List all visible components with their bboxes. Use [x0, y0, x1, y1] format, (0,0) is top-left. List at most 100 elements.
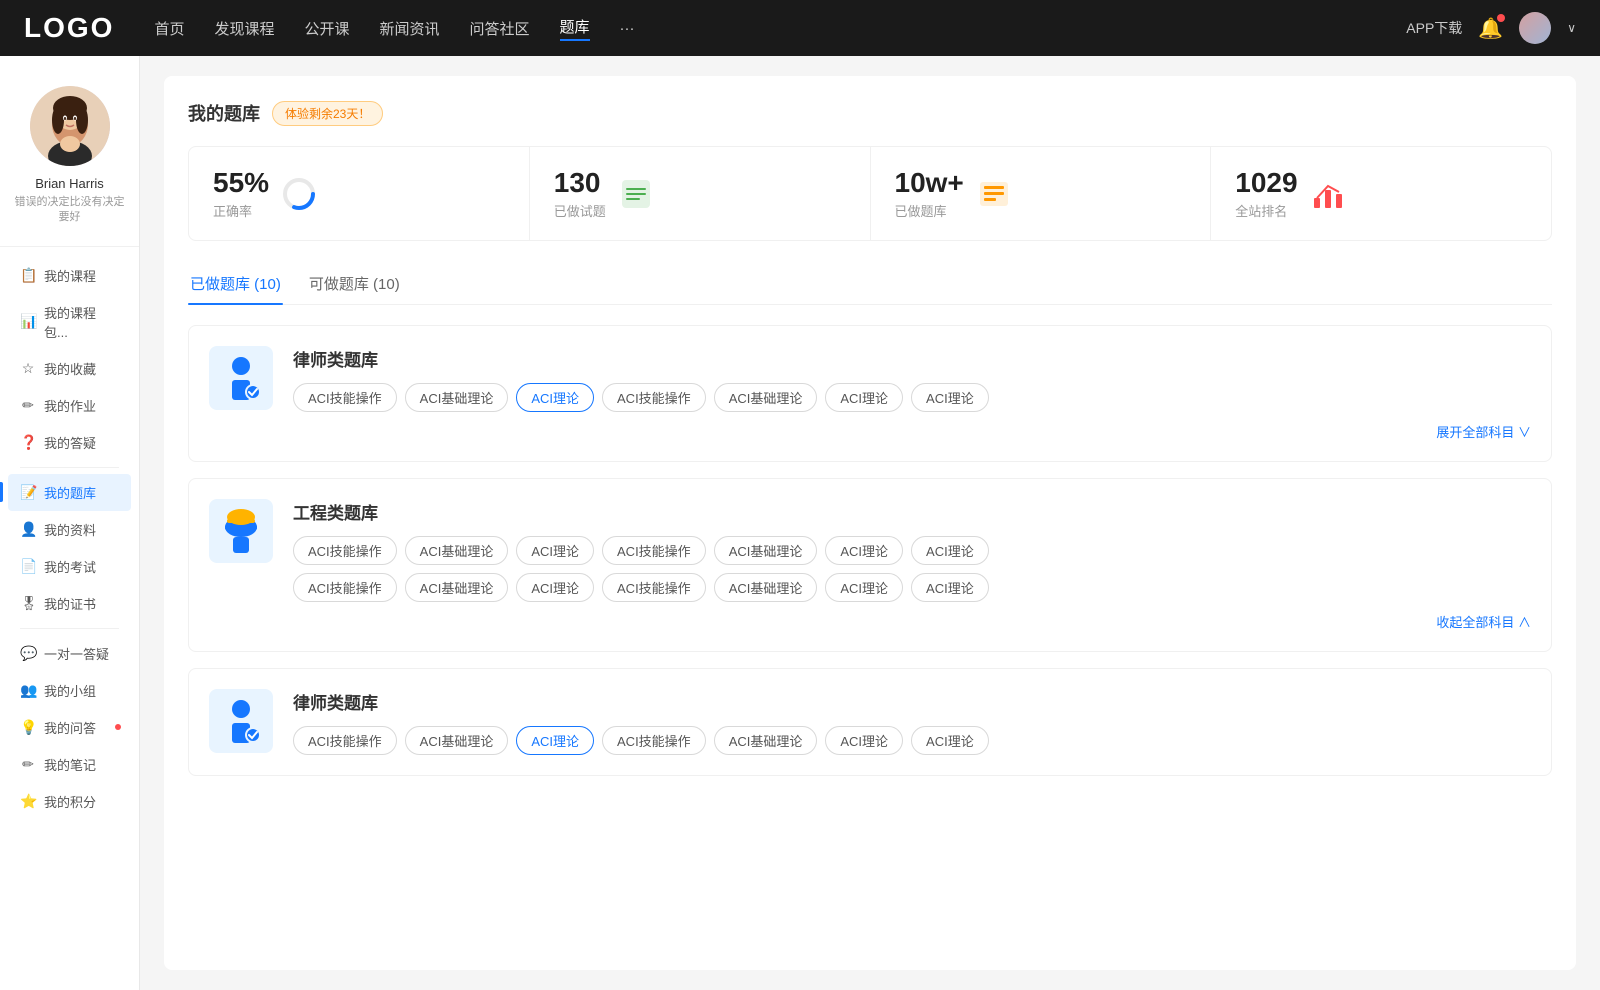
sidebar-item-label: 我的资料: [44, 520, 96, 539]
qbank-card-header-lawyer2: 律师类题库 ACI技能操作 ACI基础理论 ACI理论 ACI技能操作 ACI基…: [209, 689, 1531, 755]
sidebar-item-label: 我的小组: [44, 681, 96, 700]
sidebar-item-favorites[interactable]: ☆ 我的收藏: [8, 350, 131, 387]
sidebar-item-courses[interactable]: 📋 我的课程: [8, 257, 131, 294]
sidebar-profile: Brian Harris 错误的决定比没有决定要好: [0, 76, 139, 247]
user-avatar[interactable]: [1519, 12, 1551, 44]
1on1-icon: 💬: [20, 645, 36, 662]
sidebar-divider-1: [20, 467, 119, 468]
stat-accuracy-text: 55% 正确率: [213, 167, 269, 220]
sidebar-item-label: 我的收藏: [44, 359, 96, 378]
nav-qbank[interactable]: 题库: [560, 16, 590, 41]
done-banks-icon: [976, 176, 1012, 212]
tag-aci-theory3[interactable]: ACI理论: [911, 383, 989, 412]
tag-eng-aci-theory1[interactable]: ACI理论: [516, 536, 594, 565]
expand-lawyer1[interactable]: 展开全部科目 ∨: [1436, 422, 1531, 441]
tag-l2-aci-skill1[interactable]: ACI技能操作: [293, 726, 397, 755]
tag-eng-aci-basic2[interactable]: ACI基础理论: [714, 536, 818, 565]
tag-eng2-aci-skill2[interactable]: ACI技能操作: [602, 573, 706, 602]
stat-banks-text: 10w+ 已做题库: [895, 167, 964, 220]
qbank-title-eng: 工程类题库: [293, 499, 1531, 524]
app-download[interactable]: APP下载: [1406, 18, 1462, 38]
stat-done-text: 130 已做试题: [554, 167, 606, 220]
sidebar-item-label: 我的积分: [44, 792, 96, 811]
nav-opencourse[interactable]: 公开课: [304, 18, 349, 39]
stat-accuracy-label: 正确率: [213, 201, 269, 220]
tag-aci-theory[interactable]: ACI理论: [516, 383, 594, 412]
qbank-title-lawyer1: 律师类题库: [293, 346, 1531, 371]
trial-badge: 体验剩余23天！: [272, 101, 383, 126]
stat-ranking-text: 1029 全站排名: [1235, 167, 1297, 220]
qbank-info-lawyer1: 律师类题库 ACI技能操作 ACI基础理论 ACI理论 ACI技能操作 ACI基…: [293, 346, 1531, 412]
avatar-image: [1519, 12, 1551, 44]
tag-l2-aci-theory2[interactable]: ACI理论: [825, 726, 903, 755]
tag-l2-aci-theory3[interactable]: ACI理论: [911, 726, 989, 755]
tab-done[interactable]: 已做题库 (10): [188, 265, 283, 304]
tag-l2-aci-basic1[interactable]: ACI基础理论: [405, 726, 509, 755]
tag-eng-aci-skill1[interactable]: ACI技能操作: [293, 536, 397, 565]
tag-eng2-aci-theory1[interactable]: ACI理论: [516, 573, 594, 602]
tag-eng2-aci-theory2[interactable]: ACI理论: [825, 573, 903, 602]
tag-eng2-aci-basic1[interactable]: ACI基础理论: [405, 573, 509, 602]
tab-available[interactable]: 可做题库 (10): [307, 265, 402, 304]
tag-aci-skill-op2[interactable]: ACI技能操作: [602, 383, 706, 412]
qbank-card-header-eng: 工程类题库 ACI技能操作 ACI基础理论 ACI理论 ACI技能操作 ACI基…: [209, 499, 1531, 602]
avatar-svg: [30, 86, 110, 166]
sidebar-item-1on1[interactable]: 💬 一对一答疑: [8, 635, 131, 672]
stat-done-banks: 10w+ 已做题库: [871, 147, 1212, 240]
tag-eng2-aci-theory3[interactable]: ACI理论: [911, 573, 989, 602]
nav-more[interactable]: ···: [620, 20, 635, 37]
sidebar-item-label: 我的证书: [44, 594, 96, 613]
sidebar-item-label: 我的作业: [44, 396, 96, 415]
logo: LOGO: [24, 12, 114, 44]
sidebar-item-profile[interactable]: 👤 我的资料: [8, 511, 131, 548]
sidebar-item-group[interactable]: 👥 我的小组: [8, 672, 131, 709]
tag-l2-aci-basic2[interactable]: ACI基础理论: [714, 726, 818, 755]
course-packages-icon: 📊: [20, 313, 36, 330]
nav-news[interactable]: 新闻资讯: [380, 18, 440, 39]
sidebar-menu: 📋 我的课程 📊 我的课程包... ☆ 我的收藏 ✏ 我的作业 ❓ 我的答疑 📝: [0, 257, 139, 820]
sidebar-divider-2: [20, 628, 119, 629]
tag-eng-aci-theory3[interactable]: ACI理论: [911, 536, 989, 565]
sidebar-item-qa[interactable]: ❓ 我的答疑: [8, 424, 131, 461]
sidebar-item-points[interactable]: ⭐ 我的积分: [8, 783, 131, 820]
tag-eng2-aci-skill1[interactable]: ACI技能操作: [293, 573, 397, 602]
stat-banks-value: 10w+: [895, 167, 964, 199]
sidebar-item-my-qa[interactable]: 💡 我的问答: [8, 709, 131, 746]
nav-qa[interactable]: 问答社区: [470, 18, 530, 39]
tag-eng2-aci-basic2[interactable]: ACI基础理论: [714, 573, 818, 602]
sidebar-item-label: 我的笔记: [44, 755, 96, 774]
tag-eng-aci-skill2[interactable]: ACI技能操作: [602, 536, 706, 565]
topnav-right: APP下载 🔔 ∨: [1406, 12, 1576, 44]
sidebar-item-certificate[interactable]: 🎖 我的证书: [8, 585, 131, 622]
tag-eng-aci-theory2[interactable]: ACI理论: [825, 536, 903, 565]
notification-bell[interactable]: 🔔: [1478, 16, 1503, 41]
sidebar-item-course-packages[interactable]: 📊 我的课程包...: [8, 294, 131, 350]
collapse-engineer[interactable]: 收起全部科目 ∧: [1436, 612, 1531, 631]
tag-aci-basic-theory2[interactable]: ACI基础理论: [714, 383, 818, 412]
lawyer-icon: [209, 346, 273, 410]
tag-eng-aci-basic1[interactable]: ACI基础理论: [405, 536, 509, 565]
qbank-info-eng: 工程类题库 ACI技能操作 ACI基础理论 ACI理论 ACI技能操作 ACI基…: [293, 499, 1531, 602]
sidebar-item-label: 我的问答: [44, 718, 96, 737]
tag-aci-skill-op[interactable]: ACI技能操作: [293, 383, 397, 412]
nav-discover[interactable]: 发现课程: [214, 18, 274, 39]
main-content: 我的题库 体验剩余23天！ 55% 正确率: [140, 56, 1600, 990]
sidebar-item-label: 我的考试: [44, 557, 96, 576]
qbank-tags-eng-row2: ACI技能操作 ACI基础理论 ACI理论 ACI技能操作 ACI基础理论 AC…: [293, 573, 1531, 602]
qbank-tags-eng-row1: ACI技能操作 ACI基础理论 ACI理论 ACI技能操作 ACI基础理论 AC…: [293, 536, 1531, 565]
tag-aci-basic-theory[interactable]: ACI基础理论: [405, 383, 509, 412]
sidebar-item-qbank[interactable]: 📝 我的题库: [8, 474, 131, 511]
sidebar-item-notes[interactable]: ✏ 我的笔记: [8, 746, 131, 783]
stat-ranking: 1029 全站排名: [1211, 147, 1551, 240]
tag-l2-aci-theory[interactable]: ACI理论: [516, 726, 594, 755]
stats-row: 55% 正确率 130 已做试题: [188, 146, 1552, 241]
tag-aci-theory2[interactable]: ACI理论: [825, 383, 903, 412]
sidebar-item-exam[interactable]: 📄 我的考试: [8, 548, 131, 585]
tag-l2-aci-skill2[interactable]: ACI技能操作: [602, 726, 706, 755]
user-menu-chevron[interactable]: ∨: [1567, 21, 1576, 35]
sidebar-username: Brian Harris: [35, 176, 104, 191]
sidebar-item-homework[interactable]: ✏ 我的作业: [8, 387, 131, 424]
ranking-icon: [1310, 176, 1346, 212]
nav-home[interactable]: 首页: [154, 18, 184, 39]
qa-badge-dot: [115, 724, 121, 730]
